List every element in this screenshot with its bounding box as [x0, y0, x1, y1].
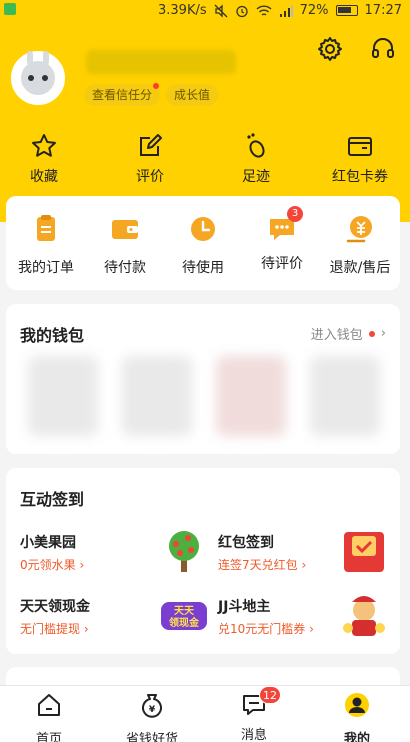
trust-score-chip[interactable]: 查看信任分: [84, 84, 161, 106]
red-envelope-icon: [344, 532, 384, 572]
wallet-item-blurred: [216, 356, 286, 436]
wallet-payment-icon: [112, 220, 138, 239]
wallet-card: 我的钱包 进入钱包 ›: [6, 304, 400, 454]
order-label: 我的订单: [18, 260, 74, 276]
clock-icon: [191, 217, 215, 241]
message-count-badge: 12: [259, 686, 281, 704]
growth-value-chip[interactable]: 成长值: [166, 84, 219, 106]
fruit-tree-icon: [169, 531, 199, 572]
quick-action-coupons[interactable]: 红包卡券: [320, 132, 400, 186]
order-list-icon: [37, 215, 55, 241]
star-icon: [32, 134, 56, 157]
order-label: 待使用: [182, 260, 224, 276]
tab-savings-goods[interactable]: ¥ 省钱好货: [112, 692, 192, 742]
svg-text:天天: 天天: [174, 605, 195, 617]
wallet-item-blurred: [28, 356, 98, 436]
avatar[interactable]: [11, 51, 65, 105]
clock-time: 17:27: [364, 3, 402, 18]
edit-icon: [140, 134, 162, 156]
review-count-badge: 3: [287, 206, 303, 222]
header-background: [0, 0, 410, 222]
signal-icon: [279, 4, 293, 17]
bottom-tab-bar: 首页 ¥ 省钱好货 12 消息 我的: [0, 685, 410, 742]
quick-action-label: 足迹: [242, 169, 270, 185]
interactive-checkin-card: 互动签到 小美果园 0元领水果 › 红包签到 连签7天兑红包 › 天天领现金 无…: [6, 468, 400, 654]
enter-wallet-label: 进入钱包: [310, 328, 363, 343]
interact-title: 互动签到: [20, 490, 85, 509]
network-speed: 3.39K/s: [158, 3, 207, 18]
order-label: 退款/售后: [329, 260, 391, 276]
tab-mine[interactable]: 我的: [317, 692, 397, 742]
tab-label: 首页: [35, 732, 62, 742]
order-refund[interactable]: 退款/售后: [320, 214, 400, 277]
game-subtitle: 兑10元无门槛券 ›: [218, 622, 314, 636]
quick-action-reviews[interactable]: 评价: [110, 132, 190, 186]
tab-label: 消息: [240, 728, 267, 742]
svg-text:¥: ¥: [149, 705, 156, 715]
game-title: 小美果园: [20, 535, 76, 551]
game-subtitle: 连签7天兑红包 ›: [218, 558, 307, 572]
wallet-item-blurred: [122, 356, 192, 436]
order-label: 待评价: [261, 256, 303, 272]
settings-gear-icon[interactable]: [317, 36, 343, 62]
cash-game-icon: 天天 领现金: [161, 602, 207, 630]
wifi-icon: [256, 4, 272, 16]
quick-action-label: 收藏: [30, 169, 58, 185]
order-all[interactable]: 我的订单: [6, 214, 86, 277]
user-name-blurred: [86, 50, 236, 74]
battery-percent: 72%: [299, 3, 329, 18]
wallet-notification-dot: [368, 330, 375, 337]
battery-icon: [335, 5, 358, 16]
svg-text:领现金: 领现金: [169, 616, 200, 629]
tab-label: 省钱好货: [125, 732, 178, 742]
order-label: 待付款: [104, 260, 146, 276]
quick-action-label: 评价: [136, 169, 164, 185]
quick-action-favorites[interactable]: 收藏: [4, 132, 84, 186]
game-red-envelope-checkin[interactable]: 红包签到 连签7天兑红包 ›: [218, 532, 390, 584]
order-to-review[interactable]: 3 待评价: [242, 206, 322, 273]
order-to-use[interactable]: 待使用: [163, 214, 243, 277]
tab-label: 我的: [343, 732, 370, 742]
tab-messages[interactable]: 12 消息: [214, 686, 294, 742]
wallet-item-blurred: [310, 356, 380, 436]
quick-action-label: 红包卡券: [332, 169, 388, 185]
profile-icon: [345, 693, 369, 717]
home-icon: [38, 694, 60, 716]
mute-icon: [214, 3, 228, 18]
game-fruit-orchard[interactable]: 小美果园 0元领水果 ›: [20, 531, 210, 584]
orders-card: 我的订单 待付款 待使用 3 待评价 退款/售后: [6, 196, 400, 290]
enter-wallet-link[interactable]: 进入钱包 ›: [311, 324, 386, 343]
trust-notification-dot: [153, 83, 159, 89]
game-subtitle: 无门槛提现 ›: [20, 622, 89, 636]
quick-action-footprint[interactable]: 足迹: [216, 132, 296, 186]
game-title: 红包签到: [218, 535, 274, 551]
game-daily-cash[interactable]: 天天领现金 无门槛提现 › 天天 领现金: [20, 596, 210, 648]
status-bar: 3.39K/s 72% 17:27: [0, 0, 410, 22]
avatar-image: [21, 51, 55, 95]
order-pending-payment[interactable]: 待付款: [85, 214, 165, 277]
wallet-title: 我的钱包: [20, 326, 85, 345]
game-title: 天天领现金: [20, 599, 90, 615]
chevron-right-icon: ›: [380, 326, 386, 341]
footprint-icon: [247, 133, 265, 158]
game-jj-doudizhu[interactable]: JJ斗地主 兑10元无门槛券 ›: [218, 596, 390, 648]
money-bag-icon: ¥: [142, 694, 162, 718]
refund-icon: [346, 216, 372, 243]
card-game-icon: [343, 596, 385, 636]
notification-icon: [4, 3, 16, 15]
alarm-icon: [235, 5, 248, 17]
customer-service-headset-icon[interactable]: [370, 36, 396, 62]
game-title: JJ斗地主: [218, 599, 271, 615]
wallet-icon: [348, 137, 372, 156]
game-subtitle: 0元领水果 ›: [20, 558, 85, 572]
tab-home[interactable]: 首页: [9, 692, 89, 742]
